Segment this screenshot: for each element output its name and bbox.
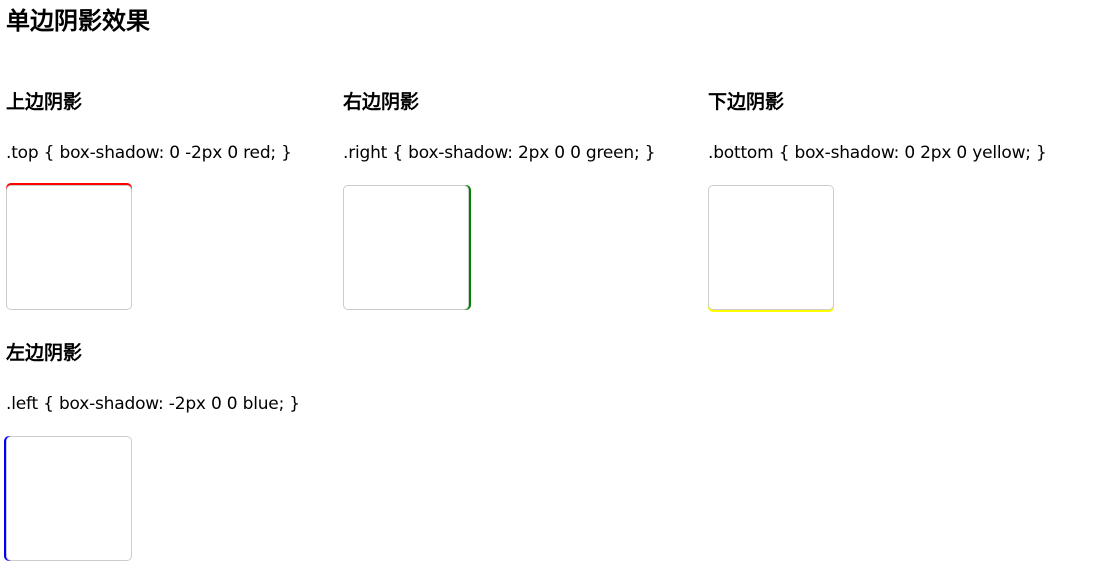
demo-heading: 上边阴影 <box>6 91 83 113</box>
demo-code: .bottom { box-shadow: 0 2px 0 yellow; } <box>708 143 1047 163</box>
demo-heading: 左边阴影 <box>6 342 83 364</box>
demo-heading: 下边阴影 <box>708 91 785 113</box>
demo-box-top <box>6 185 132 310</box>
demo-code: .left { box-shadow: -2px 0 0 blue; } <box>6 394 300 414</box>
demo-box-bottom <box>708 185 834 310</box>
demo-code: .right { box-shadow: 2px 0 0 green; } <box>343 143 656 163</box>
demo-heading: 右边阴影 <box>343 91 420 113</box>
demo-code: .top { box-shadow: 0 -2px 0 red; } <box>6 143 292 163</box>
demo-box-left <box>6 436 132 561</box>
demo-box-right <box>343 185 469 310</box>
page-title: 单边阴影效果 <box>6 7 150 35</box>
